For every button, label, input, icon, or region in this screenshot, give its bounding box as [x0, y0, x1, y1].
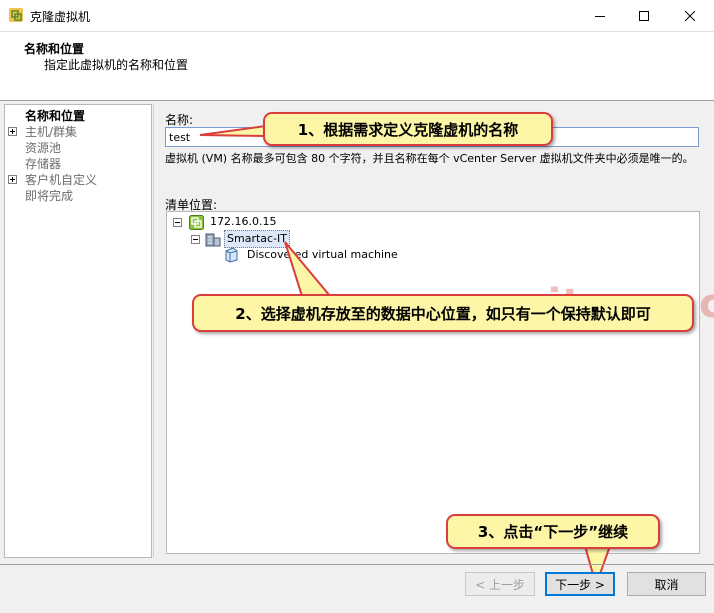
callout2-pointer: [284, 241, 333, 297]
back-button[interactable]: < 上一步: [465, 572, 535, 596]
next-button[interactable]: 下一步 >: [545, 572, 615, 596]
cancel-button[interactable]: 取消: [627, 572, 706, 596]
annotation-step1: 1、根据需求定义克隆虚机的名称: [263, 112, 553, 146]
annotation-step2: 2、选择虚机存放至的数据中心位置，如只有一个保持默认即可: [192, 294, 694, 332]
footer-divider: [0, 564, 714, 565]
callout1-pointer: [199, 124, 267, 138]
annotation-step3: 3、点击“下一步”继续: [446, 514, 660, 549]
